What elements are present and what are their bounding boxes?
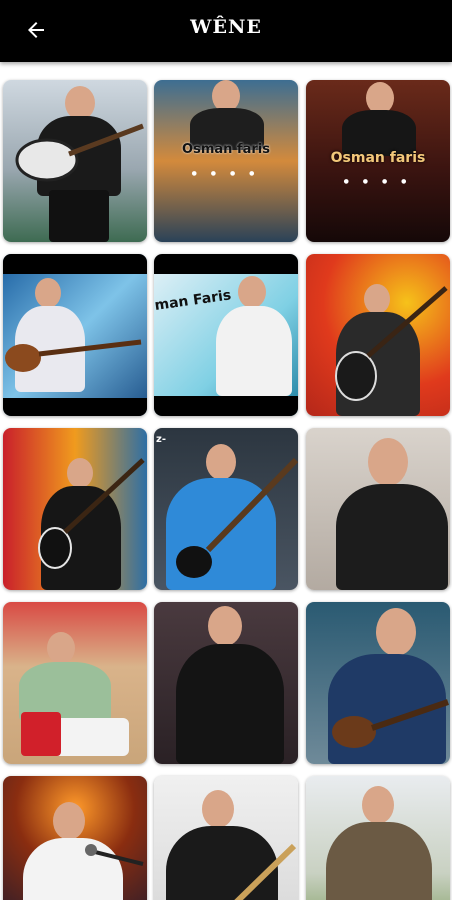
photo-tile-8[interactable]: z- [154,428,298,590]
photo-tile-13[interactable] [3,776,147,900]
photo-subject [170,606,288,764]
photo-subject [322,786,436,900]
caption-dots: ● ● ● ● [343,178,413,185]
photo-grid: Osman faris ● ● ● ● Osman faris ● ● ● ● … [0,70,452,900]
instrument-image [5,339,142,372]
page-title: WÊNE [190,16,262,38]
microphone-image [85,844,144,866]
photo-subject [328,438,450,590]
photo-subject [336,80,422,156]
photo-tile-14[interactable] [154,776,298,900]
photo-tile-12[interactable] [306,602,450,764]
photo-tile-9[interactable] [306,428,450,590]
tile-caption: Osman faris [182,142,270,157]
photo-tile-1[interactable] [3,80,147,242]
photo-tile-6[interactable] [306,254,450,416]
photo-tile-15[interactable] [306,776,450,900]
photo-tile-5[interactable]: man Faris [154,254,298,416]
instrument-image [332,699,449,748]
photo-tile-10[interactable] [3,602,147,764]
instrument-image [234,843,297,900]
chair-image [21,712,61,756]
photo-subject [182,80,272,150]
photo-tile-3[interactable]: Osman faris ● ● ● ● [306,80,450,242]
tile-caption: Osman faris [330,150,426,166]
instrument-image [176,457,298,578]
instrument-image [38,458,145,569]
photo-tile-4[interactable] [3,254,147,416]
photo-tile-7[interactable] [3,428,147,590]
instrument-image [15,123,144,182]
instrument-image [335,286,448,401]
photo-tile-11[interactable] [154,602,298,764]
photo-tile-2[interactable]: Osman faris ● ● ● ● [154,80,298,242]
caption-dots: ● ● ● ● [191,170,261,177]
photo-subject [210,276,298,396]
app-bar: WÊNE [0,0,452,62]
